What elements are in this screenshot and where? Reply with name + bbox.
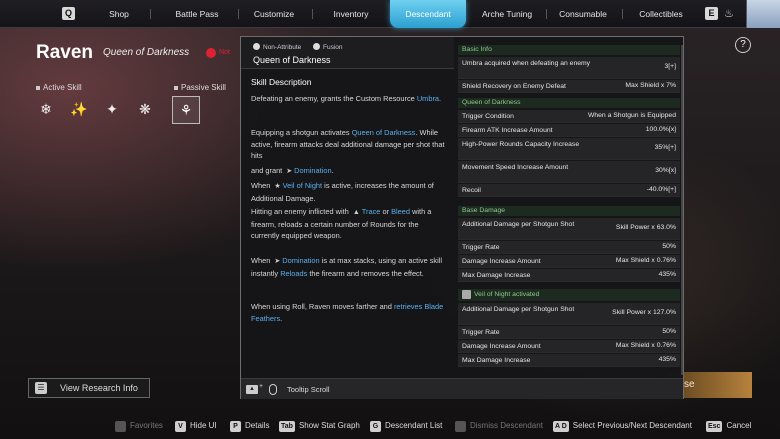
stat-row: Firearm ATK Increase Amount 100.0%[x]: [458, 124, 680, 137]
fusion-icon: [313, 43, 320, 50]
stat-row: Trigger Rate 50%: [458, 326, 680, 339]
plus-sign: +: [259, 383, 264, 390]
help-button[interactable]: ?: [735, 37, 751, 53]
mouse-wheel-icon: [269, 384, 277, 395]
skill-1-icon[interactable]: ❄: [34, 98, 58, 120]
group-base-damage: Base Damage: [458, 206, 680, 216]
stat-row: High-Power Rounds Capacity Increase 35%[+…: [458, 138, 680, 160]
group-basic-info: Basic Info: [458, 45, 680, 55]
tab-battle-pass[interactable]: Battle Pass: [160, 0, 234, 28]
hotkey-select-descendant[interactable]: A D Select Previous/Next Descendant: [553, 421, 692, 432]
nav-separator: [622, 9, 623, 19]
skill-name: Queen of Darkness: [253, 55, 331, 65]
trace-icon: ▲: [352, 209, 360, 216]
favorites-key-icon: [115, 421, 126, 432]
hotkey-cancel[interactable]: Esc Cancel: [706, 421, 751, 432]
tooltip-footer: ▲ + Tooltip Scroll: [241, 378, 683, 399]
desc-paragraph: When ★ Veil of Night is active, increases…: [251, 181, 434, 203]
stat-row: Trigger Rate 50%: [458, 241, 680, 254]
tooltip-header: Non-Attribute Fusion Queen of Darkness: [241, 37, 454, 69]
tab-shop[interactable]: Shop: [90, 0, 148, 28]
stat-row: Shield Recovery on Enemy Defeat Max Shiel…: [458, 80, 680, 93]
tab-collectibles[interactable]: Collectibles: [630, 0, 692, 28]
stat-row: Damage Increase Amount Max Shield x 0.76%: [458, 255, 680, 268]
passive-skill-icon[interactable]: ⚘: [172, 96, 200, 124]
tooltip-description-pane: Non-Attribute Fusion Queen of Darkness S…: [241, 37, 454, 376]
skill-tooltip: Non-Attribute Fusion Queen of Darkness S…: [240, 36, 684, 399]
modifier-key-icon: ▲: [246, 385, 258, 394]
tab-inventory[interactable]: Inventory: [322, 0, 380, 28]
nav-separator: [238, 9, 239, 19]
warning-icon: [206, 48, 216, 58]
tab-arche-tuning[interactable]: Arche Tuning: [474, 0, 540, 28]
character-name: Raven: [36, 42, 94, 63]
tab-customize[interactable]: Customize: [244, 0, 304, 28]
dismiss-key-icon: [455, 421, 466, 432]
stat-row: Umbra acquired when defeating an enemy 3[…: [458, 57, 680, 79]
desc-paragraph: Equipping a shotgun activates Queen of D…: [251, 128, 445, 160]
veil-of-night-icon: [462, 290, 471, 299]
stat-row: Max Damage Increase 435%: [458, 354, 680, 367]
domination-icon: ➤: [286, 168, 293, 175]
warning-text: Not: [219, 49, 230, 56]
group-queen-of-darkness: Queen of Darkness: [458, 98, 680, 108]
passive-skill-label: Passive Skill: [174, 83, 226, 92]
tooltip-scrollbar[interactable]: [681, 45, 683, 375]
next-tab-key[interactable]: E: [705, 7, 718, 20]
tab-descendant[interactable]: Descendant: [390, 0, 466, 28]
desc-paragraph: When using Roll, Raven moves farther and…: [251, 302, 444, 323]
character-subtitle: Queen of Darkness: [103, 47, 190, 58]
stat-row: Recoil -40.0%[+]: [458, 184, 680, 197]
domination-icon: ➤: [274, 258, 281, 265]
description-title: Skill Description: [251, 77, 312, 87]
stat-row: Max Damage Increase 435%: [458, 269, 680, 282]
nav-separator: [150, 9, 151, 19]
tooltip-scroll-label: Tooltip Scroll: [287, 385, 330, 394]
stat-row: Additional Damage per Shotgun Shot Skill …: [458, 303, 680, 325]
nav-separator: [546, 9, 547, 19]
stat-row: Damage Increase Amount Max Shield x 0.76%: [458, 340, 680, 353]
hotkey-hide-ui[interactable]: V Hide UI: [175, 421, 217, 432]
veil-of-night-icon: ★: [274, 183, 281, 190]
avatar[interactable]: [746, 0, 780, 28]
skill-3-icon[interactable]: ✦: [100, 98, 124, 120]
stats-pane: Basic Info Umbra acquired when defeating…: [458, 43, 680, 375]
hotkey-details[interactable]: P Details: [230, 421, 269, 432]
type-tag: Fusion: [313, 43, 343, 51]
stat-row: Additional Damage per Shotgun Shot Skill …: [458, 218, 680, 240]
skill-4-icon[interactable]: ❋: [133, 98, 157, 120]
hotkey-favorites[interactable]: Favorites: [115, 421, 163, 432]
nav-separator: [312, 9, 313, 19]
research-icon: ☰: [35, 382, 47, 394]
hotkey-dismiss-descendant[interactable]: Dismiss Descendant: [455, 421, 543, 432]
hotkey-show-stat-graph[interactable]: Tab Show Stat Graph: [279, 421, 360, 432]
desc-paragraph: When ➤ Domination is at max stacks, using…: [251, 256, 443, 278]
stat-row: Trigger Condition When a Shotgun is Equip…: [458, 110, 680, 123]
bell-icon[interactable]: ♨: [724, 7, 736, 20]
attribute-icon: [253, 43, 260, 50]
skill-2-icon[interactable]: ✨: [67, 98, 91, 120]
tab-consumable[interactable]: Consumable: [552, 0, 614, 28]
prev-tab-key[interactable]: Q: [62, 7, 75, 20]
view-research-info-button[interactable]: ☰ View Research Info: [28, 378, 150, 398]
top-nav: Q Shop Battle Pass Customize Inventory D…: [0, 0, 780, 28]
hotkey-descendant-list[interactable]: G Descendant List: [370, 421, 442, 432]
desc-paragraph: Defeating an enemy, grants the Custom Re…: [251, 94, 442, 103]
stat-row: Movement Speed Increase Amount 30%[x]: [458, 161, 680, 183]
group-veil-of-night: Veil of Night activated: [458, 289, 680, 301]
desc-paragraph: Hitting an enemy inflicted with ▲ Trace o…: [251, 207, 432, 240]
active-skill-label: Active Skill: [36, 83, 82, 92]
desc-paragraph: and grant ➤ Domination.: [251, 166, 334, 175]
attribute-tag: Non-Attribute: [253, 43, 301, 51]
hotkey-bar: Favorites V Hide UI P Details Tab Show Stat…: [0, 417, 780, 439]
